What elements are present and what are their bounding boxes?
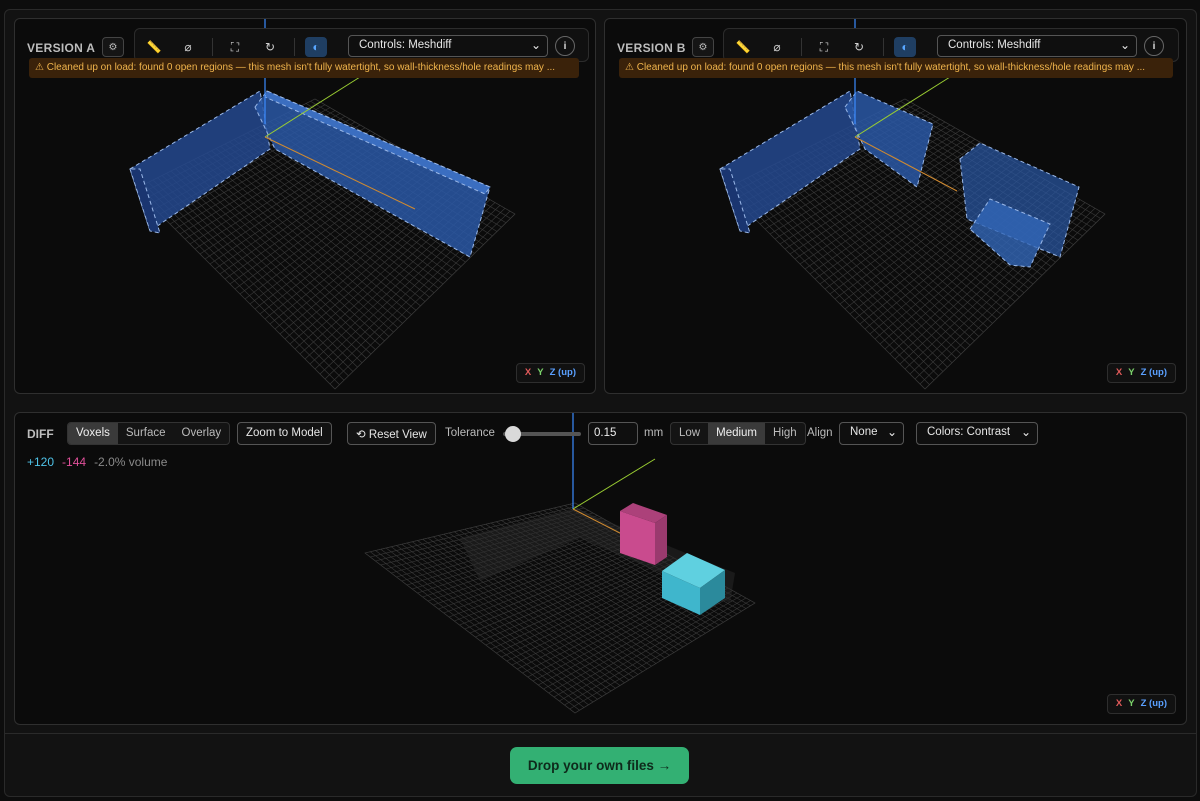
- align-label: Align: [807, 427, 833, 439]
- z-axis-label: Z (up): [1140, 698, 1167, 709]
- controls-select[interactable]: Controls: Meshdiff ⌄: [348, 35, 548, 57]
- version-a-label: VERSION A: [27, 41, 96, 55]
- measure-icon[interactable]: 📏: [143, 37, 165, 57]
- toolbar-divider: [883, 38, 884, 56]
- added-count: +120: [27, 455, 55, 469]
- toolbar-divider: [294, 38, 295, 56]
- y-axis-label: Y: [1128, 367, 1135, 378]
- version-b-viewport[interactable]: VERSION B ⚙ 📏 ⌀ ⛶ ↻ ◐ Controls: Meshdiff…: [604, 18, 1187, 394]
- settings-icon[interactable]: ⚙: [692, 37, 714, 57]
- mesh-warning-banner: ⚠ Cleaned up on load: found 0 open regio…: [29, 58, 579, 78]
- x-axis-label: X: [524, 367, 532, 378]
- settings-icon[interactable]: ⚙: [102, 37, 124, 57]
- tolerance-unit: mm: [644, 427, 664, 439]
- version-b-label: VERSION B: [617, 41, 686, 55]
- controls-select-value: Controls: Meshdiff: [359, 39, 452, 51]
- quality-high[interactable]: High: [765, 423, 805, 444]
- x-axis-label: X: [1115, 698, 1123, 709]
- grid-line: [574, 602, 756, 714]
- drop-files-button[interactable]: Drop your own files →: [510, 747, 689, 784]
- x-axis-label: X: [1115, 367, 1123, 378]
- colors-select[interactable]: Colors: Contrast ⌄: [916, 422, 1038, 445]
- diff-viewport[interactable]: DIFF Voxels Surface Overlay Zoom to Mode…: [14, 412, 1187, 725]
- zoom-to-model-button[interactable]: Zoom to Model: [237, 422, 332, 445]
- controls-select-value: Controls: Meshdiff: [948, 39, 1041, 51]
- chevron-down-icon: ⌄: [886, 425, 897, 439]
- toolbar-divider: [212, 38, 213, 56]
- diameter-icon[interactable]: ⌀: [766, 37, 788, 57]
- mode-overlay[interactable]: Overlay: [174, 423, 230, 444]
- colors-select-value: Colors: Contrast: [927, 426, 1011, 438]
- y-axis-line: [572, 458, 656, 510]
- diameter-icon[interactable]: ⌀: [177, 37, 199, 57]
- z-axis-label: Z (up): [1140, 367, 1167, 378]
- info-icon[interactable]: i: [1144, 36, 1164, 56]
- mesh-warning-banner: ⚠ Cleaned up on load: found 0 open regio…: [619, 58, 1173, 78]
- grid-line: [569, 600, 751, 710]
- diff-stats: +120 -144 -2.0% volume: [27, 455, 167, 469]
- quality-low[interactable]: Low: [671, 423, 708, 444]
- toolbar-divider: [801, 38, 802, 56]
- volume-change: -2.0% volume: [94, 455, 168, 469]
- measure-icon[interactable]: 📏: [732, 37, 754, 57]
- version-b-toolbar: 📏 ⌀ ⛶ ↻ ◐ Controls: Meshdiff ⌄ i: [723, 28, 1179, 62]
- diff-label: DIFF: [27, 427, 54, 441]
- diff-mode-switch: Voxels Surface Overlay: [67, 422, 231, 445]
- align-select[interactable]: None ⌄: [839, 422, 904, 445]
- fit-view-icon[interactable]: ⛶: [224, 37, 246, 57]
- axes-legend: XY Z (up): [1106, 694, 1176, 714]
- reset-view-button[interactable]: ⟲ Reset View: [347, 422, 436, 445]
- grid-line: [564, 597, 747, 706]
- reset-rotate-icon[interactable]: ↻: [848, 37, 870, 57]
- mesh-block-left: [719, 90, 861, 234]
- axes-legend: XY Z (up): [515, 363, 585, 383]
- tolerance-label: Tolerance: [445, 427, 495, 439]
- y-axis-label: Y: [537, 367, 544, 378]
- y-axis-label: Y: [1128, 698, 1135, 709]
- contrast-toggle-icon[interactable]: ◐: [894, 37, 916, 57]
- chevron-down-icon: ⌄: [1119, 38, 1130, 52]
- controls-select[interactable]: Controls: Meshdiff ⌄: [937, 35, 1137, 57]
- mesh-block-left: [129, 90, 271, 234]
- grid-line: [334, 213, 516, 390]
- mode-surface[interactable]: Surface: [118, 423, 174, 444]
- reset-rotate-icon[interactable]: ↻: [259, 37, 281, 57]
- contrast-toggle-icon[interactable]: ◐: [305, 37, 327, 57]
- diff-scene[interactable]: [15, 413, 1187, 725]
- fit-view-icon[interactable]: ⛶: [813, 37, 835, 57]
- quality-switch: Low Medium High: [670, 422, 806, 445]
- tolerance-slider-thumb[interactable]: [504, 426, 521, 442]
- version-a-toolbar: 📏 ⌀ ⛶ ↻ ◐ Controls: Meshdiff ⌄ i: [134, 28, 589, 62]
- axes-legend: XY Z (up): [1106, 363, 1176, 383]
- align-select-value: None: [850, 426, 878, 438]
- z-axis-label: Z (up): [549, 367, 576, 378]
- tolerance-input[interactable]: 0.15: [588, 422, 638, 445]
- quality-medium[interactable]: Medium: [708, 423, 766, 444]
- mode-voxels[interactable]: Voxels: [68, 423, 118, 444]
- chevron-down-icon: ⌄: [1020, 425, 1031, 439]
- footer-divider: [5, 733, 1196, 734]
- chevron-down-icon: ⌄: [530, 38, 541, 52]
- version-a-viewport[interactable]: VERSION A ⚙ 📏 ⌀ ⛶ ↻ ◐ Controls: Meshdiff…: [14, 18, 596, 394]
- info-icon[interactable]: i: [555, 36, 575, 56]
- removed-count: -144: [62, 455, 87, 469]
